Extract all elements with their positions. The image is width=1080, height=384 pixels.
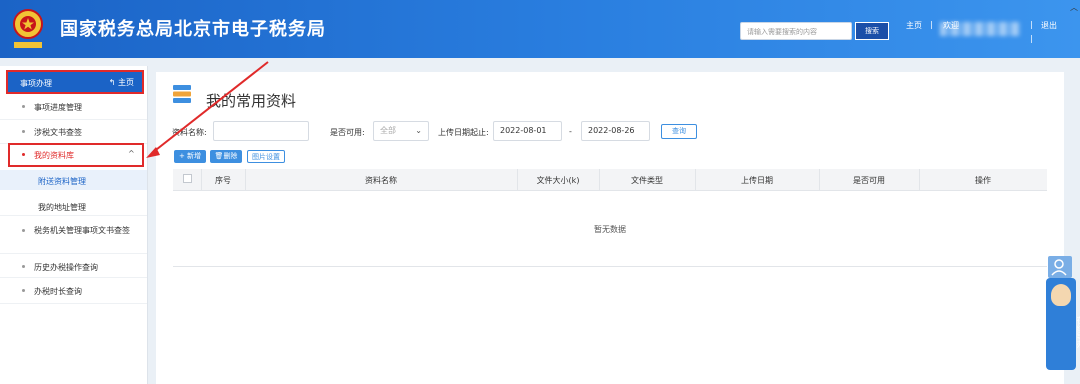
annotation-arrow-icon xyxy=(146,61,269,158)
